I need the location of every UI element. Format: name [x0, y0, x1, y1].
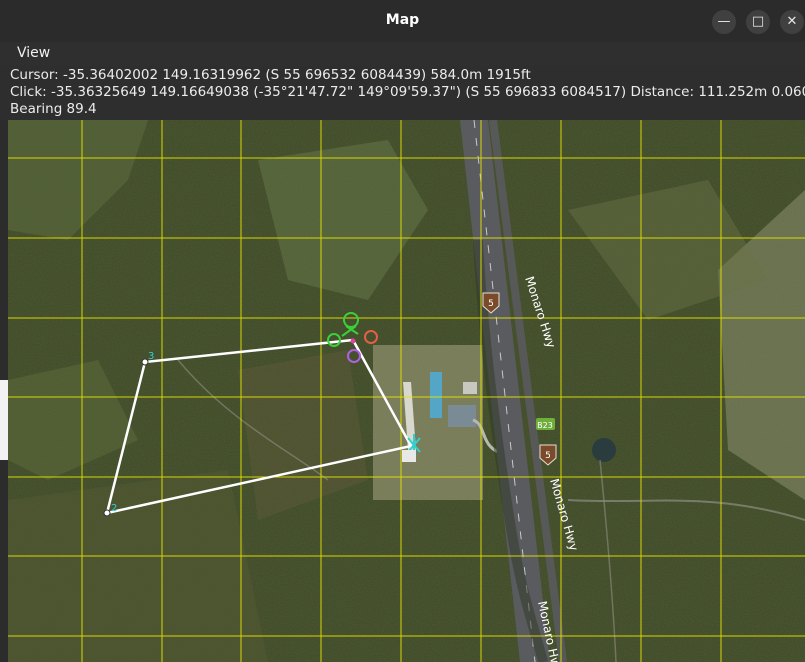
building-roof: [430, 372, 442, 418]
map-canvas[interactable]: Monaro Hwy Monaro Hwy Monaro Hwy 5 B23 5…: [8, 120, 805, 662]
waypoint-label: 2: [111, 503, 117, 514]
route-shield-label: 5: [545, 451, 551, 461]
status-panel: Cursor: -35.36402002 149.16319962 (S 55 …: [0, 66, 805, 120]
waypoint-label: 3: [148, 351, 154, 362]
building-roof: [463, 382, 477, 394]
route-shield-label: 5: [488, 299, 494, 309]
hangar-building: [402, 450, 416, 462]
terrain-patch: [8, 470, 268, 662]
menu-view[interactable]: View: [17, 45, 50, 61]
building-roof: [448, 405, 476, 427]
route-shield-label: B23: [537, 421, 553, 430]
minimize-icon[interactable]: —: [712, 10, 736, 34]
farm-dam: [592, 438, 616, 462]
close-icon[interactable]: ✕: [780, 10, 804, 34]
cursor-readout: Cursor: -35.36402002 149.16319962 (S 55 …: [10, 67, 531, 83]
menu-bar: View: [0, 42, 805, 66]
maximize-icon[interactable]: □: [746, 10, 770, 34]
click-point-icon: [350, 338, 356, 344]
bearing-readout: Bearing 89.4: [10, 101, 97, 117]
map-view[interactable]: Monaro Hwy Monaro Hwy Monaro Hwy 5 B23 5…: [8, 120, 805, 662]
window-title: Map: [385, 12, 420, 28]
waypoint-marker[interactable]: [103, 509, 111, 517]
click-readout: Click: -35.36325649 149.16649038 (-35°21…: [10, 84, 805, 100]
background-window-edge: [0, 380, 8, 460]
title-bar: Map — □ ✕: [0, 0, 805, 42]
